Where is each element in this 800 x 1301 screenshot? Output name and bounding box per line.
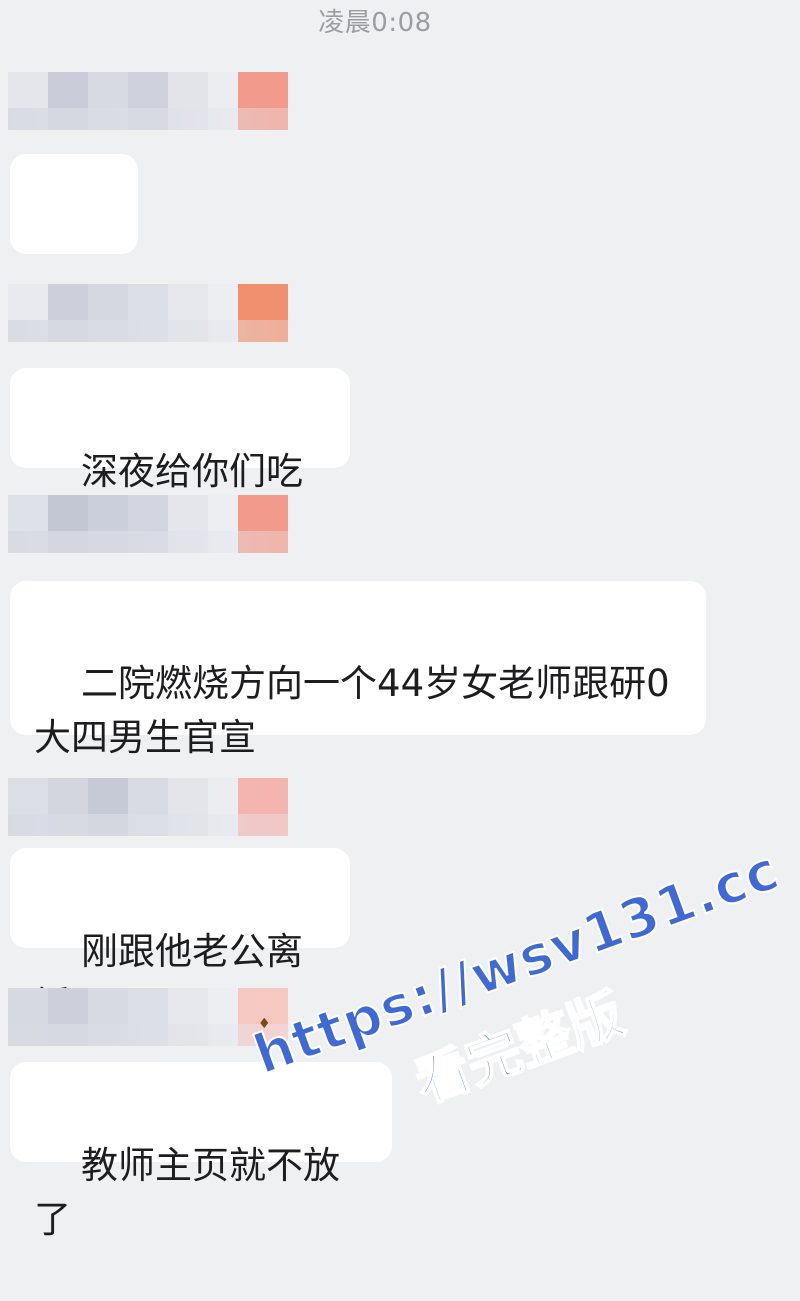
blurred-sender-name — [8, 988, 293, 1046]
blurred-sender-name — [8, 778, 293, 836]
blurred-sender-name — [8, 72, 293, 130]
message-bubble[interactable]: 我草 — [10, 154, 138, 333]
chat-timestamp: 凌晨0:08 — [318, 8, 432, 38]
message-bubble[interactable]: 教师主页就不放了 — [10, 1062, 392, 1241]
message-text: 二院燃烧方向一个44岁女老师跟研0大四男生官宣 — [34, 662, 670, 759]
message-bubble[interactable]: 深夜给你们吃瓜 — [10, 368, 350, 547]
blurred-sender-name — [8, 495, 293, 553]
message-bubble[interactable]: 刚跟他老公离婚 — [10, 848, 350, 1027]
blurred-emoji-icon: ♦ — [258, 1016, 271, 1032]
blurred-sender-name — [8, 284, 293, 342]
message-bubble[interactable]: 二院燃烧方向一个44岁女老师跟研0大四男生官宣 — [10, 581, 706, 759]
message-text: 教师主页就不放了 — [34, 1144, 341, 1241]
